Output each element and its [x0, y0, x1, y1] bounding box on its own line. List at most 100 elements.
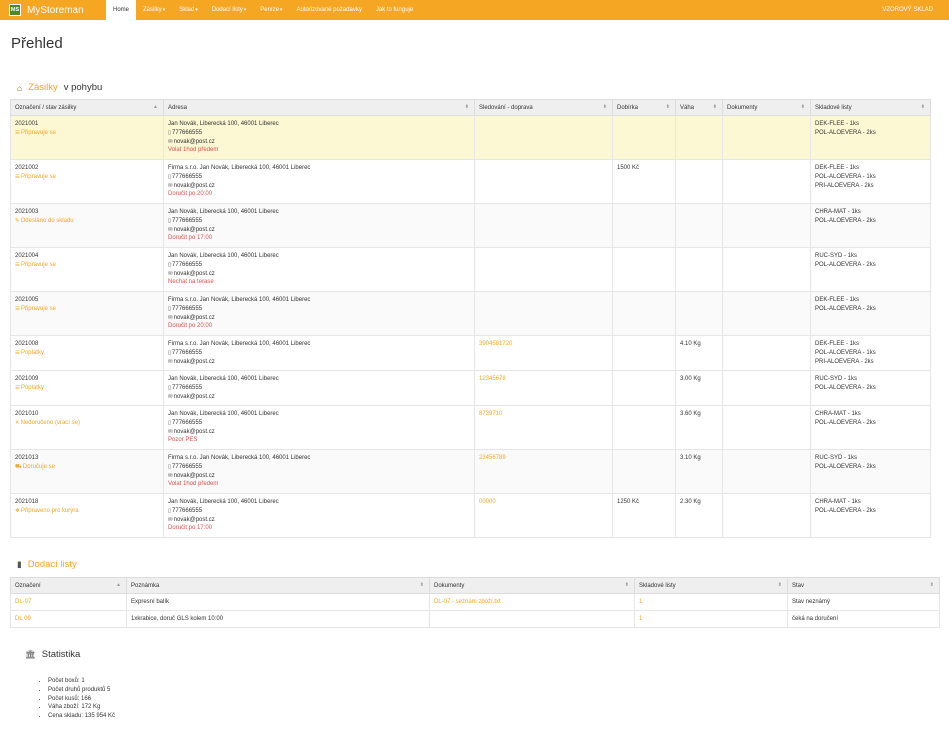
shipment-id[interactable]: 2021003	[15, 208, 159, 217]
cell-cod	[612, 115, 676, 160]
column-header[interactable]: Dokumenty ⬍	[429, 577, 635, 594]
delivery-note: Volat 1hod předem	[168, 147, 219, 154]
top-navbar: MS MyStoreman Home Zásilky ▾ Sklad ▾ Dodací l…	[0, 0, 949, 20]
nav-item[interactable]: Jak to funguje	[369, 0, 420, 20]
tracking-link[interactable]: 00000	[479, 499, 496, 505]
shipment-id[interactable]: 2021002	[15, 164, 159, 173]
column-header[interactable]: Stav ⬍	[787, 577, 940, 594]
table-row[interactable]: DL-07 Expresní balík DL-07 - seznam zboží.…	[10, 593, 940, 611]
tracking-link[interactable]: 3904581720	[479, 341, 512, 347]
nav-item[interactable]: Sklad ▾	[172, 0, 205, 20]
column-header-label: Adresa	[168, 104, 188, 111]
delivery-id[interactable]: DL-07	[15, 599, 31, 605]
table-row[interactable]: 2021005 ☰Připravuje se Firma s.r.o. Jan No…	[10, 291, 931, 336]
shipment-status[interactable]: ☰Připravuje se	[15, 305, 159, 314]
shipment-id[interactable]: 2021018	[15, 498, 159, 507]
tracking-link[interactable]: 23456789	[479, 455, 506, 461]
delivery-sheets-link[interactable]: 1	[639, 599, 642, 605]
phone-value: 777666555	[172, 173, 203, 180]
delivery-note: Doručit po 17:00	[168, 235, 213, 242]
nav-item[interactable]: Dodací listy ▾	[205, 0, 254, 20]
shipment-id[interactable]: 2021009	[15, 375, 159, 384]
nav-item-label: Dodací listy	[211, 7, 243, 13]
tracking-link[interactable]: 8739710	[479, 411, 502, 417]
brand-name[interactable]: MyStoreman	[27, 5, 84, 16]
shipment-id[interactable]: 2021013	[15, 454, 159, 463]
nav-item-label: Autorizované požadavky	[296, 7, 362, 13]
column-header[interactable]: Sledování - doprava ⬍	[474, 99, 613, 116]
nav-item[interactable]: Autorizované požadavky	[289, 0, 368, 20]
tracking-link[interactable]: 12345678	[479, 376, 506, 382]
table-row[interactable]: 2021002 ☰Připravuje se Firma s.r.o. Jan No…	[10, 159, 931, 204]
status-label: Poplatky	[20, 349, 44, 356]
status-label: Připravuje se	[20, 305, 56, 312]
stat-item: Počet boxů: 1	[48, 677, 115, 686]
cell-weight: 3.00 Kg	[675, 370, 723, 406]
shipment-status[interactable]: ✎Odesláno do skladu	[15, 217, 159, 226]
home-icon: ⌂	[17, 82, 23, 93]
envelope-icon: ✉	[168, 472, 173, 479]
phone-icon: ▯	[168, 305, 172, 312]
account-menu[interactable]: VZOROVÝ SKLAD	[882, 0, 933, 20]
shipment-status[interactable]: ☰Poplatky	[15, 384, 159, 393]
shipment-status[interactable]: ☰Připravuje se	[15, 261, 159, 270]
cell-weight	[675, 159, 723, 204]
table-row[interactable]: 2021009 ☰Poplatky Jan Novák, Liberecká 100…	[10, 370, 931, 406]
shipment-id[interactable]: 2021010	[15, 410, 159, 419]
paperclip-icon: ✎	[15, 217, 20, 224]
sort-icon: ⬍	[777, 582, 782, 588]
table-row[interactable]: 2021003 ✎Odesláno do skladu Jan Novák, Lib…	[10, 203, 931, 248]
table-row[interactable]: 2021018 ❖Připraveno pro kurýra Jan Novák, …	[10, 493, 931, 538]
phone-value: 777666555	[172, 305, 203, 312]
shipment-status[interactable]: ❖Připraveno pro kurýra	[15, 507, 159, 516]
column-header[interactable]: Váha ⬍	[675, 99, 723, 116]
nav-item[interactable]: Peníze ▾	[253, 0, 289, 20]
column-header[interactable]: Označení ▲	[10, 577, 127, 594]
cell-id-status: 2021008 ☰Poplatky	[10, 335, 164, 371]
column-header[interactable]: Dokumenty ⬍	[722, 99, 811, 116]
column-header[interactable]: Označení / stav zásilky ▲	[10, 99, 164, 116]
shipment-id[interactable]: 2021004	[15, 252, 159, 261]
table-row[interactable]: 2021013 ⛟Doručuje se Firma s.r.o. Jan Nová…	[10, 449, 931, 494]
column-header[interactable]: Skladové listy ⬍	[634, 577, 788, 594]
nav-item[interactable]: Zásilky ▾	[136, 0, 172, 20]
column-header[interactable]: Poznámka ⬍	[126, 577, 430, 594]
column-header[interactable]: Dobírka ⬍	[612, 99, 676, 116]
shipment-id[interactable]: 2021008	[15, 340, 159, 349]
delivery-id[interactable]: DL 09	[15, 616, 31, 622]
shipment-id[interactable]: 2021001	[15, 120, 159, 129]
email-value: novak@post.cz	[173, 428, 215, 435]
table-row[interactable]: 2021004 ☰Připravuje se Jan Novák, Libereck…	[10, 247, 931, 292]
table-row[interactable]: 2021001 ☰Připravuje se Jan Novák, Libereck…	[10, 115, 931, 160]
cell-address: Jan Novák, Liberecká 100, 46001 Liberec ▯…	[163, 203, 475, 248]
shipment-status[interactable]: ☰Připravuje se	[15, 173, 159, 182]
shipment-status[interactable]: ☰Poplatky	[15, 349, 159, 358]
delivery-document-link[interactable]: DL-07 - seznam zboží.txt	[434, 599, 501, 605]
cell-weight	[675, 247, 723, 292]
column-header-label: Označení / stav zásilky	[15, 104, 77, 111]
address-line: Jan Novák, Liberecká 100, 46001 Liberec	[168, 376, 279, 382]
delivery-link[interactable]: Dodací listy	[28, 559, 77, 570]
delivery-sheets-link[interactable]: 1	[639, 616, 642, 622]
brand[interactable]: MS MyStoreman	[9, 3, 84, 17]
shipment-status[interactable]: ✕Nedoručeno (vrací se)	[15, 419, 159, 428]
shipments-link[interactable]: Zásilky	[28, 82, 58, 93]
phone-value: 777666555	[172, 217, 203, 224]
cell-id-status: 2021001 ☰Připravuje se	[10, 115, 164, 160]
cod-value: 1500 Kč	[617, 165, 640, 171]
table-row[interactable]: 2021010 ✕Nedoručeno (vrací se) Jan Novák, …	[10, 405, 931, 450]
cell-stock-sheets: RUC-SYD - 1ks POL-ALOEVERA - 2ks	[810, 247, 931, 292]
brand-logo[interactable]: MS	[9, 4, 21, 16]
table-row[interactable]: 2021008 ☰Poplatky Firma s.r.o. Jan Novák, …	[10, 335, 931, 371]
stock-sheet-item: PRI-ALOEVERA - 2ks	[815, 358, 874, 365]
nav-item[interactable]: Home	[106, 0, 137, 20]
cell-stock-sheets: DEK-FLEE - 1ks POL-ALOEVERA - 1ks PRI-ALOE…	[810, 159, 931, 204]
cell-cod	[612, 247, 676, 292]
column-header[interactable]: Adresa ⬍	[163, 99, 475, 116]
shipment-status[interactable]: ☰Připravuje se	[15, 129, 159, 138]
column-header[interactable]: Skladové listy ⬍	[810, 99, 931, 116]
table-row[interactable]: DL 09 1xkrabice, doruč GLS kolem 10:00 1 če…	[10, 610, 940, 628]
shipment-id[interactable]: 2021005	[15, 296, 159, 305]
shipment-status[interactable]: ⛟Doručuje se	[15, 463, 159, 472]
sort-icon: ⬍	[712, 104, 717, 110]
